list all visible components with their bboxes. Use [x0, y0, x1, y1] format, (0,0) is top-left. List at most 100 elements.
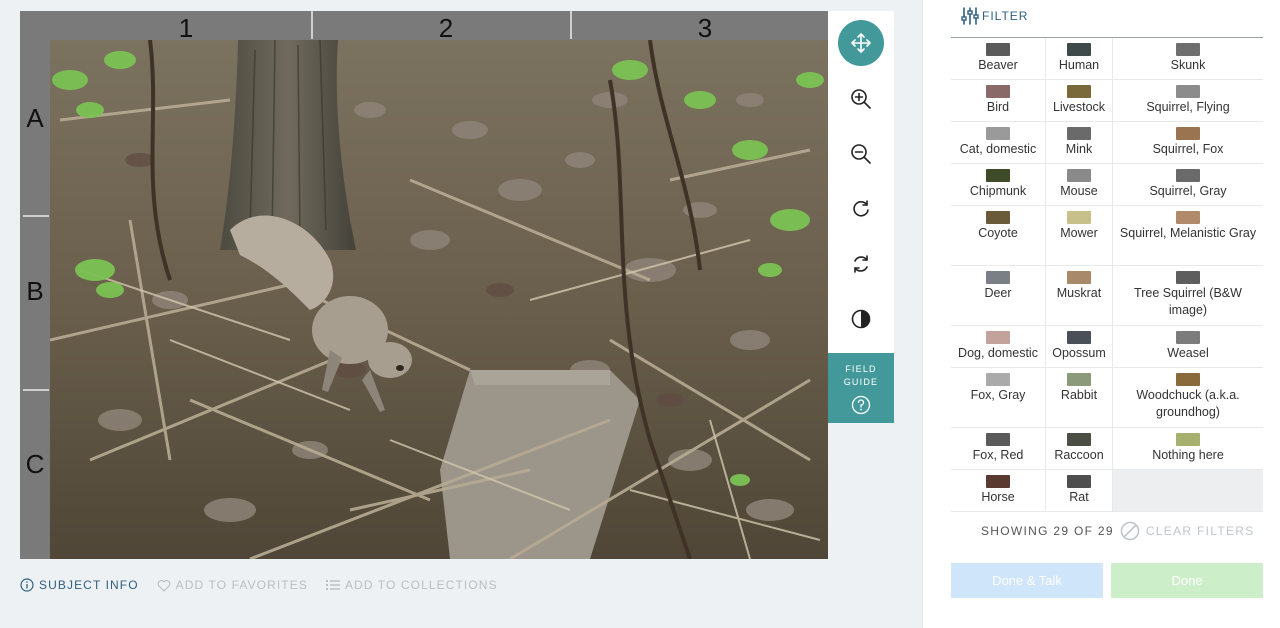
- choice-thumbnail: [986, 433, 1010, 446]
- choice-label: Bird: [986, 100, 1010, 114]
- reset-button[interactable]: [838, 241, 884, 287]
- done-and-talk-button[interactable]: Done & Talk: [951, 563, 1103, 598]
- choice-bird[interactable]: Bird: [951, 80, 1046, 122]
- filter-sliders-icon: [961, 7, 979, 25]
- choice-label: Livestock: [1052, 100, 1106, 114]
- choice-squirrel-gray[interactable]: Squirrel, Gray: [1113, 164, 1263, 206]
- subject-meta-bar: SUBJECT INFO ADD TO FAVORITES ADD TO COL…: [20, 578, 516, 592]
- choice-mower[interactable]: Mower: [1046, 206, 1113, 266]
- grid-divider: [23, 215, 49, 217]
- grid-row-label: B: [26, 276, 44, 306]
- choice-squirrel-flying[interactable]: Squirrel, Flying: [1113, 80, 1263, 122]
- choice-label: Rat: [1069, 490, 1089, 504]
- field-guide-label: FIELD GUIDE: [843, 364, 879, 387]
- clear-filters-button[interactable]: CLEAR FILTERS: [1120, 521, 1255, 541]
- choice-dog-domestic[interactable]: Dog, domestic: [951, 326, 1046, 368]
- choice-label: Nothing here: [1152, 448, 1224, 462]
- choice-nothing-here[interactable]: Nothing here: [1113, 428, 1263, 470]
- showing-count: SHOWING 29 OF 29: [981, 524, 1114, 538]
- choice-skunk[interactable]: Skunk: [1113, 38, 1263, 80]
- choice-tree-squirrel-b-w-image[interactable]: Tree Squirrel (B&W image): [1113, 266, 1263, 326]
- choice-rabbit[interactable]: Rabbit: [1046, 368, 1113, 428]
- choice-fox-gray[interactable]: Fox, Gray: [951, 368, 1046, 428]
- move-button[interactable]: [838, 20, 884, 66]
- add-to-favorites-button[interactable]: ADD TO FAVORITES: [157, 578, 308, 592]
- choice-thumbnail: [1067, 85, 1091, 98]
- choice-thumbnail: [1176, 433, 1200, 446]
- choice-label: Fox, Red: [972, 448, 1024, 462]
- choice-cat-domestic[interactable]: Cat, domestic: [951, 122, 1046, 164]
- choice-thumbnail: [986, 43, 1010, 56]
- zoom-out-button[interactable]: [838, 131, 884, 177]
- subject-image[interactable]: [50, 40, 828, 559]
- choice-thumbnail: [1067, 433, 1091, 446]
- choice-thumbnail: [1067, 271, 1091, 284]
- choice-squirrel-fox[interactable]: Squirrel, Fox: [1113, 122, 1263, 164]
- choice-thumbnail: [1176, 169, 1200, 182]
- choice-human[interactable]: Human: [1046, 38, 1113, 80]
- choice-beaver[interactable]: Beaver: [951, 38, 1046, 80]
- subject-viewer[interactable]: 1 2 3 A B C: [20, 11, 828, 559]
- add-to-collections-label: ADD TO COLLECTIONS: [344, 578, 498, 592]
- viewer-toolbar: FIELD GUIDE: [828, 11, 894, 423]
- choice-thumbnail: [1067, 211, 1091, 224]
- add-to-favorites-label: ADD TO FAVORITES: [175, 578, 308, 592]
- choice-thumbnail: [986, 127, 1010, 140]
- filter-button[interactable]: FILTER: [961, 6, 1028, 26]
- choice-squirrel-melanistic-gray[interactable]: Squirrel, Melanistic Gray: [1113, 206, 1263, 266]
- zoom-in-icon: [851, 89, 871, 109]
- add-to-collections-button[interactable]: ADD TO COLLECTIONS: [325, 578, 498, 592]
- choice-thumbnail: [1067, 169, 1091, 182]
- choice-label: Deer: [984, 286, 1012, 300]
- choice-mouse[interactable]: Mouse: [1046, 164, 1113, 206]
- choice-label: Human: [1058, 58, 1100, 72]
- choice-label: Tree Squirrel (B&W image): [1134, 286, 1242, 317]
- choice-horse[interactable]: Horse: [951, 470, 1046, 512]
- choice-coyote[interactable]: Coyote: [951, 206, 1046, 266]
- choice-woodchuck-a-k-a-groundhog[interactable]: Woodchuck (a.k.a. groundhog): [1113, 368, 1263, 428]
- clear-filters-label: CLEAR FILTERS: [1145, 524, 1255, 538]
- choice-deer[interactable]: Deer: [951, 266, 1046, 326]
- reset-icon: [854, 255, 868, 273]
- list-icon: [325, 580, 340, 590]
- done-button[interactable]: Done: [1111, 563, 1263, 598]
- choice-livestock[interactable]: Livestock: [1046, 80, 1113, 122]
- choice-label: Skunk: [1170, 58, 1206, 72]
- rotate-icon: [853, 200, 869, 217]
- grid-divider: [23, 389, 49, 391]
- choice-fox-red[interactable]: Fox, Red: [951, 428, 1046, 470]
- choice-label: Squirrel, Gray: [1149, 184, 1227, 198]
- grid-row-label: C: [25, 449, 45, 479]
- choice-label: Muskrat: [1056, 286, 1102, 300]
- subject-info-button[interactable]: SUBJECT INFO: [20, 578, 139, 592]
- clear-filters-icon: [1120, 521, 1140, 541]
- choice-thumbnail: [1176, 211, 1200, 224]
- rotate-button[interactable]: [838, 186, 884, 232]
- choice-thumbnail: [986, 331, 1010, 344]
- choice-raccoon[interactable]: Raccoon: [1046, 428, 1113, 470]
- choice-rat[interactable]: Rat: [1046, 470, 1113, 512]
- choice-weasel[interactable]: Weasel: [1113, 326, 1263, 368]
- choice-label: Woodchuck (a.k.a. groundhog): [1136, 388, 1240, 419]
- choice-opossum[interactable]: Opossum: [1046, 326, 1113, 368]
- zoom-in-button[interactable]: [838, 76, 884, 122]
- choice-mink[interactable]: Mink: [1046, 122, 1113, 164]
- showing-status: SHOWING 29 OF 29 CLEAR FILTERS: [981, 521, 1255, 541]
- grid-divider: [570, 11, 572, 39]
- choice-label: Dog, domestic: [958, 346, 1038, 360]
- choice-label: Chipmunk: [969, 184, 1027, 198]
- invert-button[interactable]: [838, 296, 884, 342]
- choice-muskrat[interactable]: Muskrat: [1046, 266, 1113, 326]
- choice-thumbnail: [1176, 373, 1200, 386]
- choice-thumbnail: [986, 169, 1010, 182]
- task-panel: FILTER Beaver Human Skunk Bird Livestock Squi…: [922, 0, 1280, 628]
- choice-label: Cat, domestic: [959, 142, 1037, 156]
- field-guide-button[interactable]: FIELD GUIDE: [828, 353, 894, 423]
- subject-info-label: SUBJECT INFO: [39, 578, 139, 592]
- choice-thumbnail: [1176, 43, 1200, 56]
- move-icon: [851, 33, 871, 53]
- choice-chipmunk[interactable]: Chipmunk: [951, 164, 1046, 206]
- choice-thumbnail: [1067, 43, 1091, 56]
- heart-icon: [157, 579, 171, 592]
- camera-trap-photo: [50, 40, 828, 559]
